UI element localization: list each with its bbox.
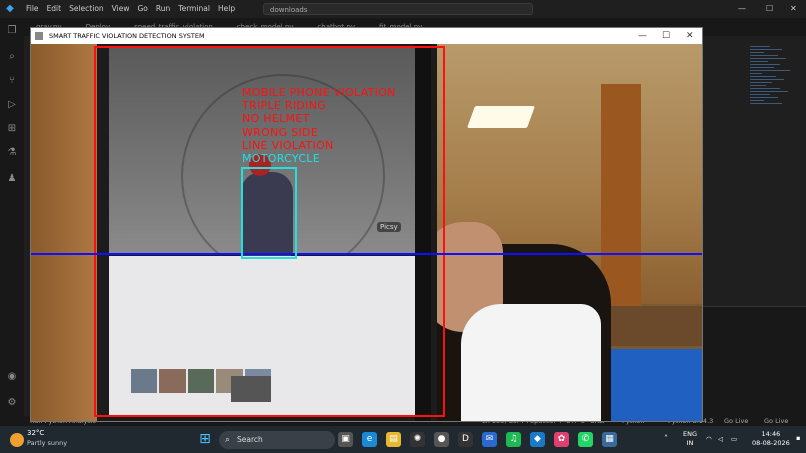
app-window-icon bbox=[35, 32, 43, 40]
wifi-icon[interactable]: ◠ bbox=[706, 435, 712, 444]
dell-icon[interactable]: D bbox=[458, 432, 473, 447]
stop-line-overlay bbox=[31, 253, 702, 255]
menu-bar: File Edit Selection View Go Run Terminal… bbox=[22, 0, 239, 18]
menu-view[interactable]: View bbox=[108, 0, 134, 18]
notification-icon[interactable]: ▪ bbox=[796, 434, 800, 443]
violation-label: NO HELMET bbox=[242, 112, 310, 126]
window-minimize-button[interactable]: — bbox=[638, 28, 647, 44]
language-indicator[interactable]: ENG IN bbox=[683, 430, 697, 448]
spotify-icon[interactable]: ♫ bbox=[506, 432, 521, 447]
windows-start-icon[interactable]: ⊞ bbox=[197, 431, 213, 447]
tray-chevron-up-icon[interactable]: ˄ bbox=[664, 434, 668, 443]
region-code: IN bbox=[686, 439, 694, 447]
account-icon[interactable]: ◉ bbox=[5, 370, 19, 384]
language-code: ENG bbox=[683, 430, 698, 438]
photos-icon[interactable]: ✿ bbox=[554, 432, 569, 447]
menu-selection[interactable]: Selection bbox=[65, 0, 108, 18]
camera-feed: Picsy MOBILE PHONE VIOLATION TRIPLE RIDI… bbox=[31, 44, 702, 421]
explorer-icon[interactable]: ❐ bbox=[5, 24, 19, 38]
status-go-live-2[interactable]: Go Live bbox=[764, 416, 788, 426]
person-shirt bbox=[461, 304, 601, 421]
taskbar-search[interactable]: ⌕ Search bbox=[219, 431, 335, 449]
menu-help[interactable]: Help bbox=[214, 0, 239, 18]
activity-bar: ❐ ⌕ ⑂ ▷ ⊞ ⚗ ♟ ◉ ⚙ bbox=[0, 18, 24, 426]
weather-temperature[interactable]: 32°C bbox=[27, 429, 44, 437]
volume-icon[interactable]: ◁ bbox=[718, 435, 723, 444]
status-go-live[interactable]: Go Live bbox=[724, 416, 748, 426]
violation-label: MOBILE PHONE VIOLATION bbox=[242, 86, 396, 99]
run-debug-icon[interactable]: ▷ bbox=[5, 98, 19, 112]
vehicle-bounding-box bbox=[241, 167, 297, 259]
menu-edit[interactable]: Edit bbox=[43, 0, 66, 18]
search-icon: ⌕ bbox=[225, 435, 231, 445]
testing-icon[interactable]: ⚗ bbox=[5, 146, 19, 160]
python-window-icon[interactable]: ▦ bbox=[602, 432, 617, 447]
weather-condition[interactable]: Partly sunny bbox=[27, 439, 67, 447]
github-icon[interactable]: ● bbox=[434, 432, 449, 447]
edge-browser-icon[interactable]: e bbox=[362, 432, 377, 447]
violation-label: TRIPLE RIDING bbox=[242, 99, 327, 113]
vscode-taskbar-icon[interactable]: ◆ bbox=[530, 432, 545, 447]
vscode-minimize-icon[interactable]: — bbox=[738, 0, 746, 18]
menu-file[interactable]: File bbox=[22, 0, 43, 18]
search-icon[interactable]: ⌕ bbox=[5, 50, 19, 64]
battery-icon[interactable]: ▭ bbox=[731, 435, 737, 444]
menu-go[interactable]: Go bbox=[133, 0, 151, 18]
menu-terminal[interactable]: Terminal bbox=[174, 0, 214, 18]
python-icon[interactable]: ♟ bbox=[5, 172, 19, 186]
whatsapp-icon[interactable]: ✆ bbox=[578, 432, 593, 447]
ceiling-light bbox=[466, 106, 536, 128]
holding-hand bbox=[31, 44, 101, 421]
file-explorer-icon[interactable]: ▤ bbox=[386, 432, 401, 447]
clock-date: 08-08-2026 bbox=[752, 439, 790, 447]
violation-label: LINE VIOLATION bbox=[242, 138, 334, 152]
detection-window: SMART TRAFFIC VIOLATION DETECTION SYSTEM… bbox=[30, 27, 703, 422]
command-center[interactable]: downloads bbox=[263, 3, 533, 15]
vscode-maximize-icon[interactable]: ☐ bbox=[766, 0, 773, 18]
menu-run[interactable]: Run bbox=[152, 0, 174, 18]
detection-window-titlebar: SMART TRAFFIC VIOLATION DETECTION SYSTEM… bbox=[31, 28, 702, 44]
minimap[interactable] bbox=[750, 44, 796, 244]
detection-labels: MOBILE PHONE VIOLATION TRIPLE RIDING NO … bbox=[242, 86, 396, 165]
clock[interactable]: 14:46 08-08-2026 bbox=[752, 430, 790, 448]
settings-gear-icon[interactable]: ⚙ bbox=[5, 396, 19, 410]
window-close-button[interactable]: ✕ bbox=[686, 28, 694, 44]
vscode-logo-icon: ◆ bbox=[6, 3, 14, 14]
taskbar-search-label: Search bbox=[237, 435, 263, 444]
detection-window-title: SMART TRAFFIC VIOLATION DETECTION SYSTEM bbox=[49, 32, 205, 40]
extensions-icon[interactable]: ⊞ bbox=[5, 122, 19, 136]
clock-time: 14:46 bbox=[761, 430, 781, 438]
violation-label: WRONG SIDE bbox=[242, 125, 319, 139]
task-view-icon[interactable]: ▣ bbox=[338, 432, 353, 447]
chatgpt-icon[interactable]: ✺ bbox=[410, 432, 425, 447]
terminal-panel bbox=[703, 306, 806, 417]
vscode-titlebar: ◆ File Edit Selection View Go Run Termin… bbox=[0, 0, 806, 18]
mail-icon[interactable]: ✉ bbox=[482, 432, 497, 447]
vehicle-class-label: MOTORCYCLE bbox=[242, 152, 320, 166]
window-maximize-button[interactable]: ☐ bbox=[662, 28, 670, 44]
weather-sun-icon[interactable] bbox=[10, 433, 24, 447]
vscode-close-icon[interactable]: ✕ bbox=[790, 0, 797, 18]
source-control-icon[interactable]: ⑂ bbox=[5, 74, 19, 88]
